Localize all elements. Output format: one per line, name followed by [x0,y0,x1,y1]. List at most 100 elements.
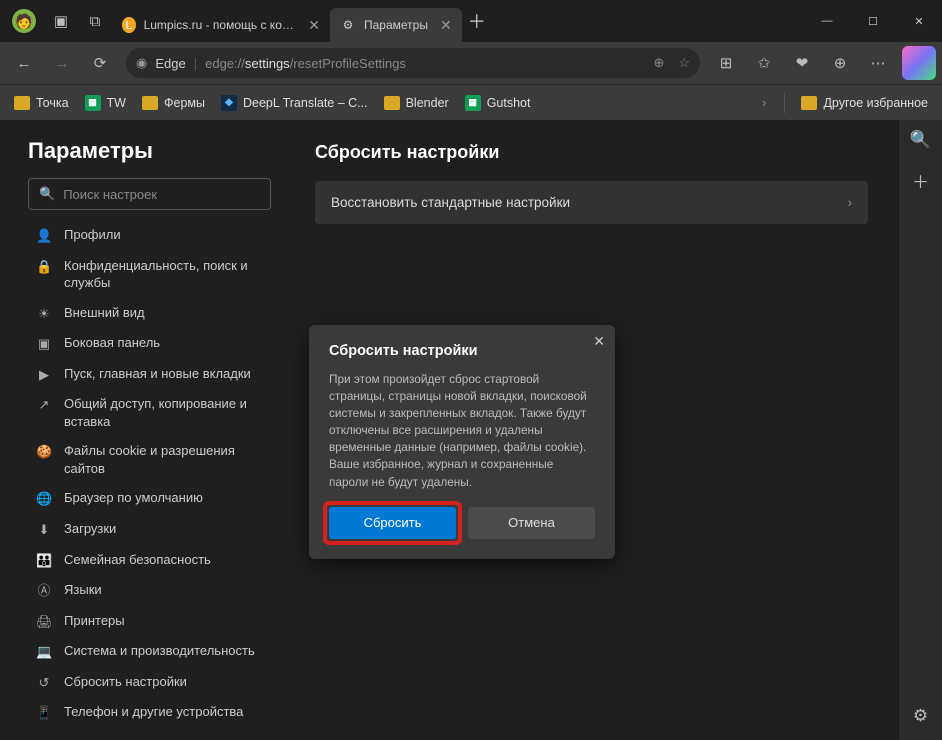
bookmark-blender[interactable]: Blender [378,92,455,114]
tab-settings[interactable]: ⚙ Параметры ✕ [330,8,462,42]
deepl-icon: ◆ [221,95,237,111]
bookmarks-bar: Точка ▦TW Фермы ◆DeepL Translate – С... … [0,84,942,120]
search-icon: 🔍 [39,186,55,202]
sidebar-item-icon: 👤 [36,227,52,245]
search-input[interactable]: 🔍 Поиск настроек [28,178,271,210]
maximize-button[interactable]: ☐ [850,0,896,42]
card-label: Восстановить стандартные настройки [331,195,570,210]
new-tab-button[interactable]: ＋ [462,8,492,34]
sidebar-item-icon: ↗ [36,396,52,414]
sidebar-item-3[interactable]: ▣ Боковая панель [28,328,271,359]
sidebar-item-label: Общий доступ, копирование и вставка [64,395,263,430]
sidebar-item-icon: ☀ [36,305,52,323]
reset-dialog: ✕ Сбросить настройки При этом произойдет… [309,325,615,559]
forward-button: → [44,47,80,79]
bookmark-tochka[interactable]: Точка [8,92,75,114]
close-icon[interactable]: ✕ [308,17,320,34]
bookmark-fermy[interactable]: Фермы [136,92,211,114]
sidebar-item-6[interactable]: 🍪 Файлы cookie и разрешения сайтов [28,436,271,483]
favorite-icon[interactable]: ☆ [678,55,690,71]
sidebar-item-label: Пуск, главная и новые вкладки [64,365,251,383]
bookmark-deepl[interactable]: ◆DeepL Translate – С... [215,91,374,115]
sidebar-item-icon: 🖨 [36,613,52,631]
health-icon[interactable]: ❤ [784,47,820,79]
bookmark-tw[interactable]: ▦TW [79,91,132,115]
favorites-icon[interactable]: ✩ [746,47,782,79]
folder-icon [801,96,817,110]
url-text: edge://settings/resetProfileSettings [205,56,406,71]
toolbar: ← → ⟳ ◉ Edge | edge://settings/resetProf… [0,42,942,84]
edge-label: Edge [155,56,185,71]
sidebar-item-label: Профили [64,226,121,244]
collections-icon[interactable]: ⊕ [822,47,858,79]
sidebar-item-icon: 💻 [36,643,52,661]
sidebar-item-0[interactable]: 👤 Профили [28,220,271,251]
page-title: Параметры [28,138,271,164]
tab-lumpics[interactable]: L Lumpics.ru - помощь с компьюте ✕ [112,8,330,42]
sidebar-item-label: Система и производительность [64,642,255,660]
sidebar-item-label: Внешний вид [64,304,145,322]
sidebar-item-label: Телефон и другие устройства [64,703,243,721]
gear-icon: ⚙ [340,17,356,33]
dialog-body: При этом произойдет сброс стартовой стра… [329,371,595,491]
sidebar-item-icon: Ⓐ [36,582,52,600]
close-icon[interactable]: ✕ [593,333,605,350]
sidebar-item-icon: 🍪 [36,443,52,461]
vertical-tabs-icon[interactable]: ⧉ [78,13,112,30]
profile-avatar[interactable]: 🧑 [12,9,36,33]
workspaces-icon[interactable]: ▣ [44,12,78,30]
other-bookmarks[interactable]: Другое избранное [795,92,934,114]
sidebar-item-4[interactable]: ▶Пуск, главная и новые вкладки [28,359,271,390]
sidebar-item-label: Сбросить настройки [64,673,187,691]
chevron-right-icon: › [848,195,853,210]
bookmark-gutshot[interactable]: ▦Gutshot [459,91,537,115]
edge-logo-icon: ◉ [136,55,147,71]
tab-title: Lumpics.ru - помощь с компьюте [144,18,297,32]
sidebar-item-8[interactable]: ⬇Загрузки [28,514,271,545]
sidebar-item-11[interactable]: 🖨 Принтеры [28,606,271,637]
sidebar-item-15[interactable]: ✋Специальные возможности [28,728,271,730]
reset-button[interactable]: Сбросить [329,507,456,539]
sidebar-add-icon[interactable]: ＋ [912,168,929,193]
edge-sidebar: 🔍 ＋ ⚙ [898,120,942,740]
minimize-button[interactable]: ― [804,0,850,42]
sidebar-item-1[interactable]: 🔒 Конфиденциальность, поиск и службы [28,251,271,298]
sidebar-item-label: Конфиденциальность, поиск и службы [64,257,263,292]
sheet-icon: ▦ [85,95,101,111]
sidebar-item-14[interactable]: 📱Телефон и другие устройства [28,697,271,728]
sidebar-item-icon: ▣ [36,335,52,353]
folder-icon [142,96,158,110]
sidebar-settings-icon[interactable]: ⚙ [913,706,928,726]
address-bar[interactable]: ◉ Edge | edge://settings/resetProfileSet… [126,48,700,78]
sidebar-item-icon: 🔒 [36,258,52,276]
chevron-right-icon[interactable]: › [754,96,774,110]
settings-sidebar: Параметры 🔍 Поиск настроек 👤 Профили 🔒 Конф… [0,120,285,730]
sidebar-item-label: Файлы cookie и разрешения сайтов [64,442,263,477]
restore-defaults-card[interactable]: Восстановить стандартные настройки › [315,181,868,224]
sidebar-item-10[interactable]: ⒶЯзыки [28,575,271,606]
sidebar-item-icon: ⬇ [36,521,52,539]
extensions-icon[interactable]: ⊞ [708,47,744,79]
section-heading: Сбросить настройки [315,142,868,163]
close-window-button[interactable]: ✕ [896,0,942,42]
search-icon[interactable]: ⊕ [653,55,664,71]
sidebar-item-2[interactable]: ☀ Внешний вид [28,298,271,329]
sidebar-search-icon[interactable]: 🔍 [910,130,931,150]
sidebar-item-5[interactable]: ↗ Общий доступ, копирование и вставка [28,389,271,436]
tab-title: Параметры [364,18,428,32]
sidebar-item-9[interactable]: 👪Семейная безопасность [28,545,271,576]
folder-icon [14,96,30,110]
back-button[interactable]: ← [6,47,42,79]
sidebar-item-12[interactable]: 💻 Система и производительность [28,636,271,667]
sidebar-item-label: Браузер по умолчанию [64,489,203,507]
sidebar-item-icon: 🌐 [36,490,52,508]
refresh-button[interactable]: ⟳ [82,47,118,79]
close-icon[interactable]: ✕ [440,17,452,34]
sidebar-item-label: Принтеры [64,612,125,630]
sidebar-item-label: Боковая панель [64,334,160,352]
cancel-button[interactable]: Отмена [468,507,595,539]
menu-button[interactable]: ⋯ [860,47,896,79]
sidebar-item-13[interactable]: ↺Сбросить настройки [28,667,271,698]
sidebar-item-7[interactable]: 🌐 Браузер по умолчанию [28,483,271,514]
copilot-button[interactable] [902,46,936,80]
